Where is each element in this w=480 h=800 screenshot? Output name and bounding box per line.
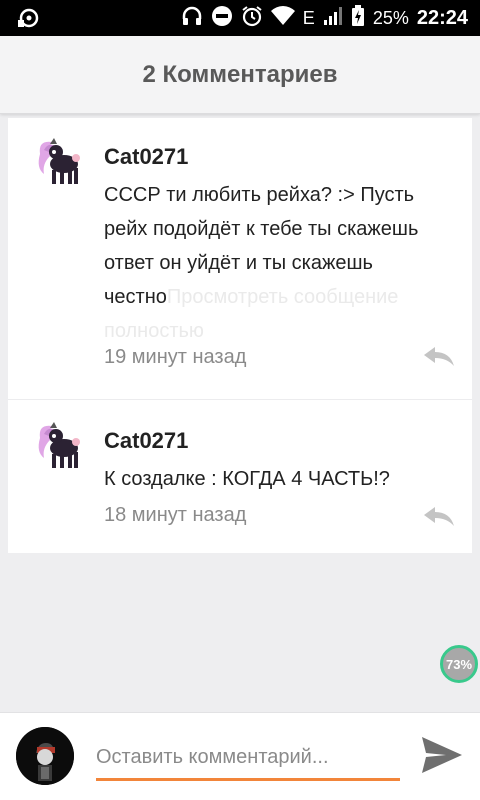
comment-input[interactable] <box>96 737 400 781</box>
send-icon[interactable] <box>420 735 464 775</box>
avatar[interactable] <box>30 134 88 192</box>
headphones-icon <box>181 5 203 32</box>
clock: 22:24 <box>416 6 468 29</box>
comment-text: СССР ти любить рейха? :> Пусть рейх подо… <box>104 178 454 348</box>
status-bar: E 25% 22:24 <box>0 0 480 36</box>
network-type: E <box>302 7 315 28</box>
comment-timestamp: 18 минут назад <box>104 504 247 526</box>
avatar[interactable] <box>16 727 74 785</box>
comment-item[interactable]: Cat0271 СССР ти любить рейха? :> Пусть р… <box>8 118 472 399</box>
alarm-icon <box>241 5 263 32</box>
signal-icon <box>323 6 343 31</box>
comment-composer <box>0 712 480 800</box>
comment-author[interactable]: Cat0271 <box>104 428 188 454</box>
reply-icon[interactable] <box>422 506 456 528</box>
notification-icon <box>16 6 40 35</box>
page-title: 2 Комментариев <box>142 60 338 88</box>
wifi-icon <box>270 5 295 31</box>
battery-level: 25% <box>372 7 409 28</box>
reply-icon[interactable] <box>422 346 456 368</box>
progress-badge: 73% <box>440 645 478 683</box>
battery-charging-icon <box>351 4 365 32</box>
comments-list: Cat0271 СССР ти любить рейха? :> Пусть р… <box>8 118 472 553</box>
comment-author[interactable]: Cat0271 <box>104 144 188 170</box>
comments-header: 2 Комментариев <box>0 36 480 114</box>
comment-timestamp: 19 минут назад <box>104 346 247 368</box>
comment-item[interactable]: Cat0271 К создалке : КОГДА 4 ЧАСТЬ!? 18 … <box>8 399 472 553</box>
avatar[interactable] <box>30 418 88 476</box>
comment-body: К создалке : КОГДА 4 ЧАСТЬ!? <box>104 468 390 490</box>
do-not-disturb-icon <box>211 5 233 32</box>
